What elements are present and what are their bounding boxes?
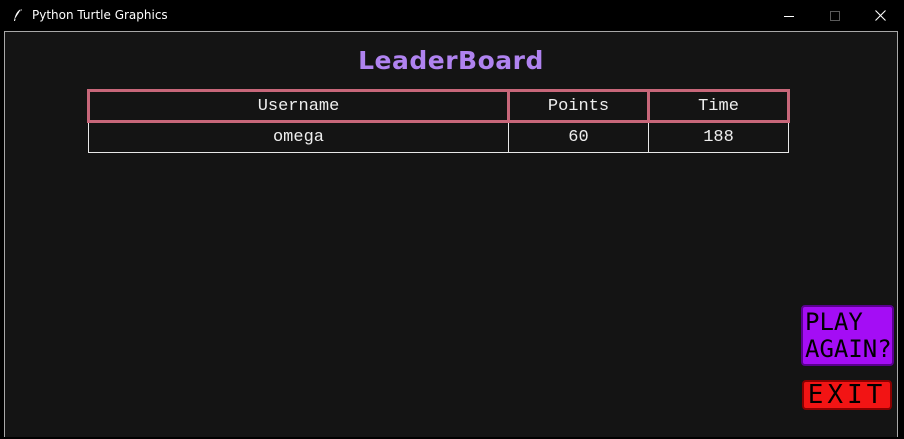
maximize-icon [830, 10, 840, 21]
cell-points: 60 [508, 121, 649, 153]
play-again-label-line1: PLAY [805, 308, 863, 336]
header-time: Time [647, 89, 790, 123]
leaderboard-title: LeaderBoard [358, 46, 544, 75]
play-again-button[interactable]: PLAY AGAIN? [801, 305, 894, 366]
cell-time: 188 [648, 121, 789, 153]
header-username: Username [87, 89, 510, 123]
minimize-button[interactable] [766, 0, 812, 31]
table-header-row: Username Points Time [87, 89, 790, 123]
header-points: Points [507, 89, 650, 123]
play-again-label-line2: AGAIN? [805, 335, 892, 363]
close-button[interactable] [857, 0, 903, 31]
window-title: Python Turtle Graphics [32, 8, 168, 22]
close-icon [874, 10, 886, 21]
exit-button[interactable]: EXIT [802, 380, 892, 410]
minimize-icon [784, 15, 794, 17]
turtle-canvas[interactable]: LeaderBoard Username Points Time omega 6… [4, 31, 898, 437]
maximize-button[interactable] [812, 0, 858, 31]
window-titlebar[interactable]: Python Turtle Graphics [0, 0, 904, 31]
feather-icon [12, 7, 24, 21]
leaderboard-table: Username Points Time omega 60 188 [87, 89, 790, 153]
table-row: omega 60 188 [88, 121, 789, 153]
cell-username: omega [88, 121, 509, 153]
